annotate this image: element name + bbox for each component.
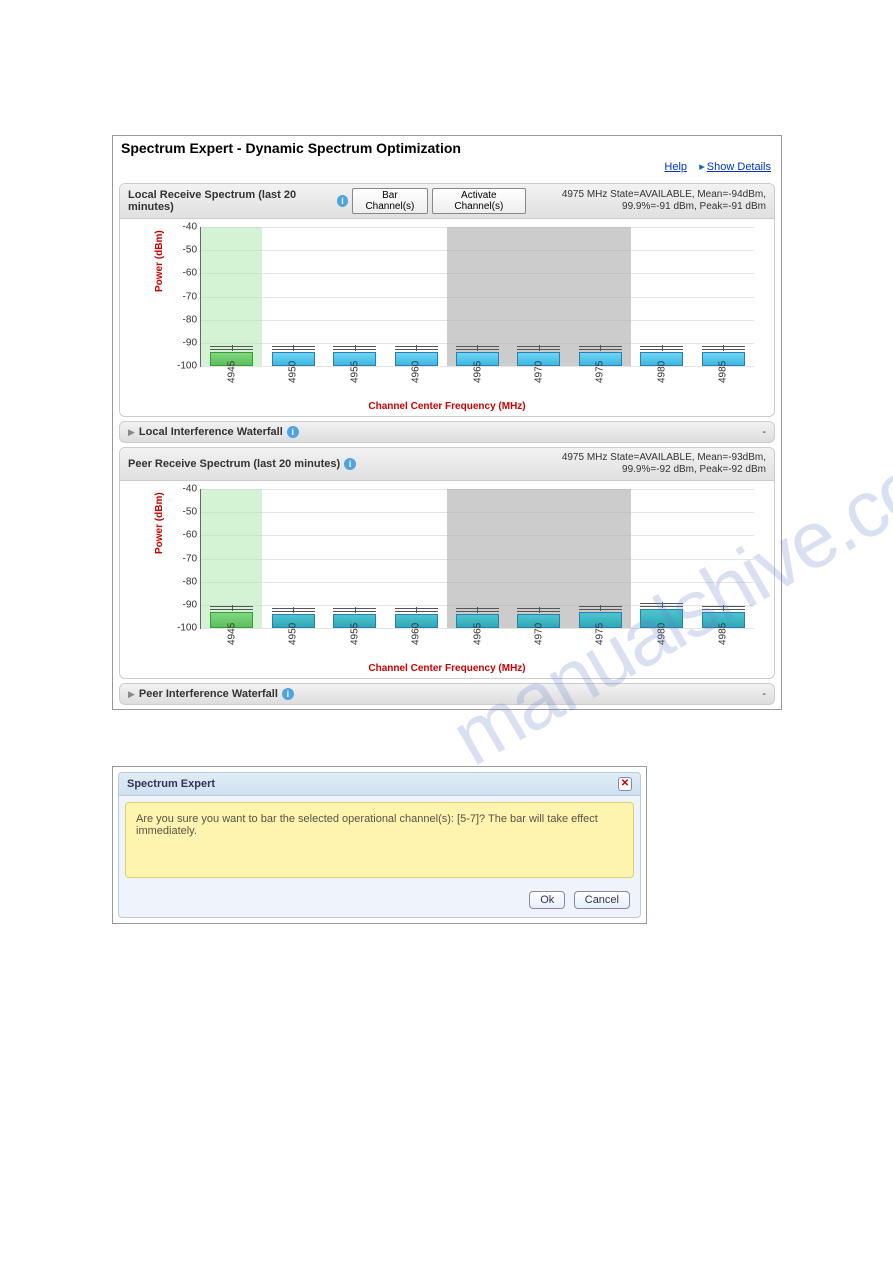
y-tick-label: -90 [171,337,197,348]
x-tick-label: 4980 [656,361,667,383]
local-plot[interactable]: -40-50-60-70-80-90-100494549504955496049… [200,227,754,367]
bar-channels-button[interactable]: Bar Channel(s) [352,188,427,214]
x-tick-label: 4965 [472,361,483,383]
dialog-message: Are you sure you want to bar the selecte… [125,802,634,878]
collapse-indicator: - [762,426,766,438]
local-waterfall-title: Local Interference Waterfall [139,426,283,438]
confirm-dialog: Spectrum Expert ✕ Are you sure you want … [118,772,641,918]
y-tick-label: -50 [171,507,197,518]
local-chart-area: Power (dBm) -40-50-60-70-80-90-100494549… [120,219,774,416]
y-axis-label: Power (dBm) [154,492,165,554]
x-tick-label: 4955 [349,361,360,383]
x-tick-label: 4960 [411,623,422,645]
peer-status-text: 4975 MHz State=AVAILABLE, Mean=-93dBm, 9… [526,452,766,476]
collapse-indicator: - [762,688,766,700]
panel-links: Help ▸Show Details [113,158,781,179]
x-tick-label: 4985 [718,361,729,383]
x-tick-label: 4965 [472,623,483,645]
page-title: Spectrum Expert - Dynamic Spectrum Optim… [121,140,773,156]
x-tick-label: 4975 [595,623,606,645]
dialog-header: Spectrum Expert ✕ [119,773,640,796]
local-spectrum-section: Local Receive Spectrum (last 20 minutes)… [119,183,775,417]
activate-channels-button[interactable]: Activate Channel(s) [432,188,526,214]
dialog-footer: Ok Cancel [119,884,640,917]
y-tick-label: -70 [171,553,197,564]
peer-spectrum-section: Peer Receive Spectrum (last 20 minutes) … [119,447,775,679]
show-details-link[interactable]: Show Details [707,161,771,173]
peer-waterfall-accordion[interactable]: ▶ Peer Interference Waterfall i - [119,683,775,705]
x-tick-label: 4955 [349,623,360,645]
ok-button[interactable]: Ok [529,891,565,909]
x-tick-label: 4960 [411,361,422,383]
y-tick-label: -90 [171,599,197,610]
x-tick-label: 4945 [226,361,237,383]
x-tick-label: 4980 [656,623,667,645]
peer-spectrum-title: Peer Receive Spectrum (last 20 minutes) [128,458,340,470]
close-icon[interactable]: ✕ [618,777,632,791]
chevron-right-icon: ▶ [128,689,135,700]
dialog-title: Spectrum Expert [127,778,215,790]
help-link[interactable]: Help [664,161,687,173]
peer-plot[interactable]: -40-50-60-70-80-90-100494549504955496049… [200,489,754,629]
y-tick-label: -40 [171,222,197,233]
panel-header: Spectrum Expert - Dynamic Spectrum Optim… [113,136,781,158]
x-tick-label: 4950 [288,623,299,645]
x-tick-label: 4950 [288,361,299,383]
info-icon[interactable]: i [282,688,294,700]
x-tick-label: 4970 [533,623,544,645]
y-tick-label: -80 [171,576,197,587]
x-axis-label: Channel Center Frequency (MHz) [130,663,764,674]
y-tick-label: -70 [171,291,197,302]
x-tick-label: 4975 [595,361,606,383]
peer-waterfall-title: Peer Interference Waterfall [139,688,278,700]
local-waterfall-accordion[interactable]: ▶ Local Interference Waterfall i - [119,421,775,443]
x-tick-label: 4945 [226,623,237,645]
info-icon[interactable]: i [344,458,356,470]
x-tick-label: 4985 [718,623,729,645]
x-tick-label: 4970 [533,361,544,383]
y-tick-label: -100 [171,623,197,634]
y-tick-label: -60 [171,530,197,541]
local-spectrum-title: Local Receive Spectrum (last 20 minutes) [128,189,333,213]
dialog-screenshot-panel: Spectrum Expert ✕ Are you sure you want … [112,766,647,924]
chevron-right-icon: ▶ [128,427,135,438]
y-tick-label: -100 [171,361,197,372]
x-axis-label: Channel Center Frequency (MHz) [130,401,764,412]
y-tick-label: -50 [171,245,197,256]
local-spectrum-header: Local Receive Spectrum (last 20 minutes)… [120,184,774,219]
cancel-button[interactable]: Cancel [574,891,630,909]
info-icon[interactable]: i [337,195,348,207]
spectrum-expert-panel: Spectrum Expert - Dynamic Spectrum Optim… [112,135,782,710]
peer-chart-area: Power (dBm) -40-50-60-70-80-90-100494549… [120,481,774,678]
info-icon[interactable]: i [287,426,299,438]
y-tick-label: -40 [171,484,197,495]
y-tick-label: -60 [171,268,197,279]
peer-spectrum-header: Peer Receive Spectrum (last 20 minutes) … [120,448,774,481]
chevron-right-icon: ▸ [699,161,705,173]
y-tick-label: -80 [171,314,197,325]
local-status-text: 4975 MHz State=AVAILABLE, Mean=-94dBm, 9… [526,189,766,213]
y-axis-label: Power (dBm) [154,230,165,292]
